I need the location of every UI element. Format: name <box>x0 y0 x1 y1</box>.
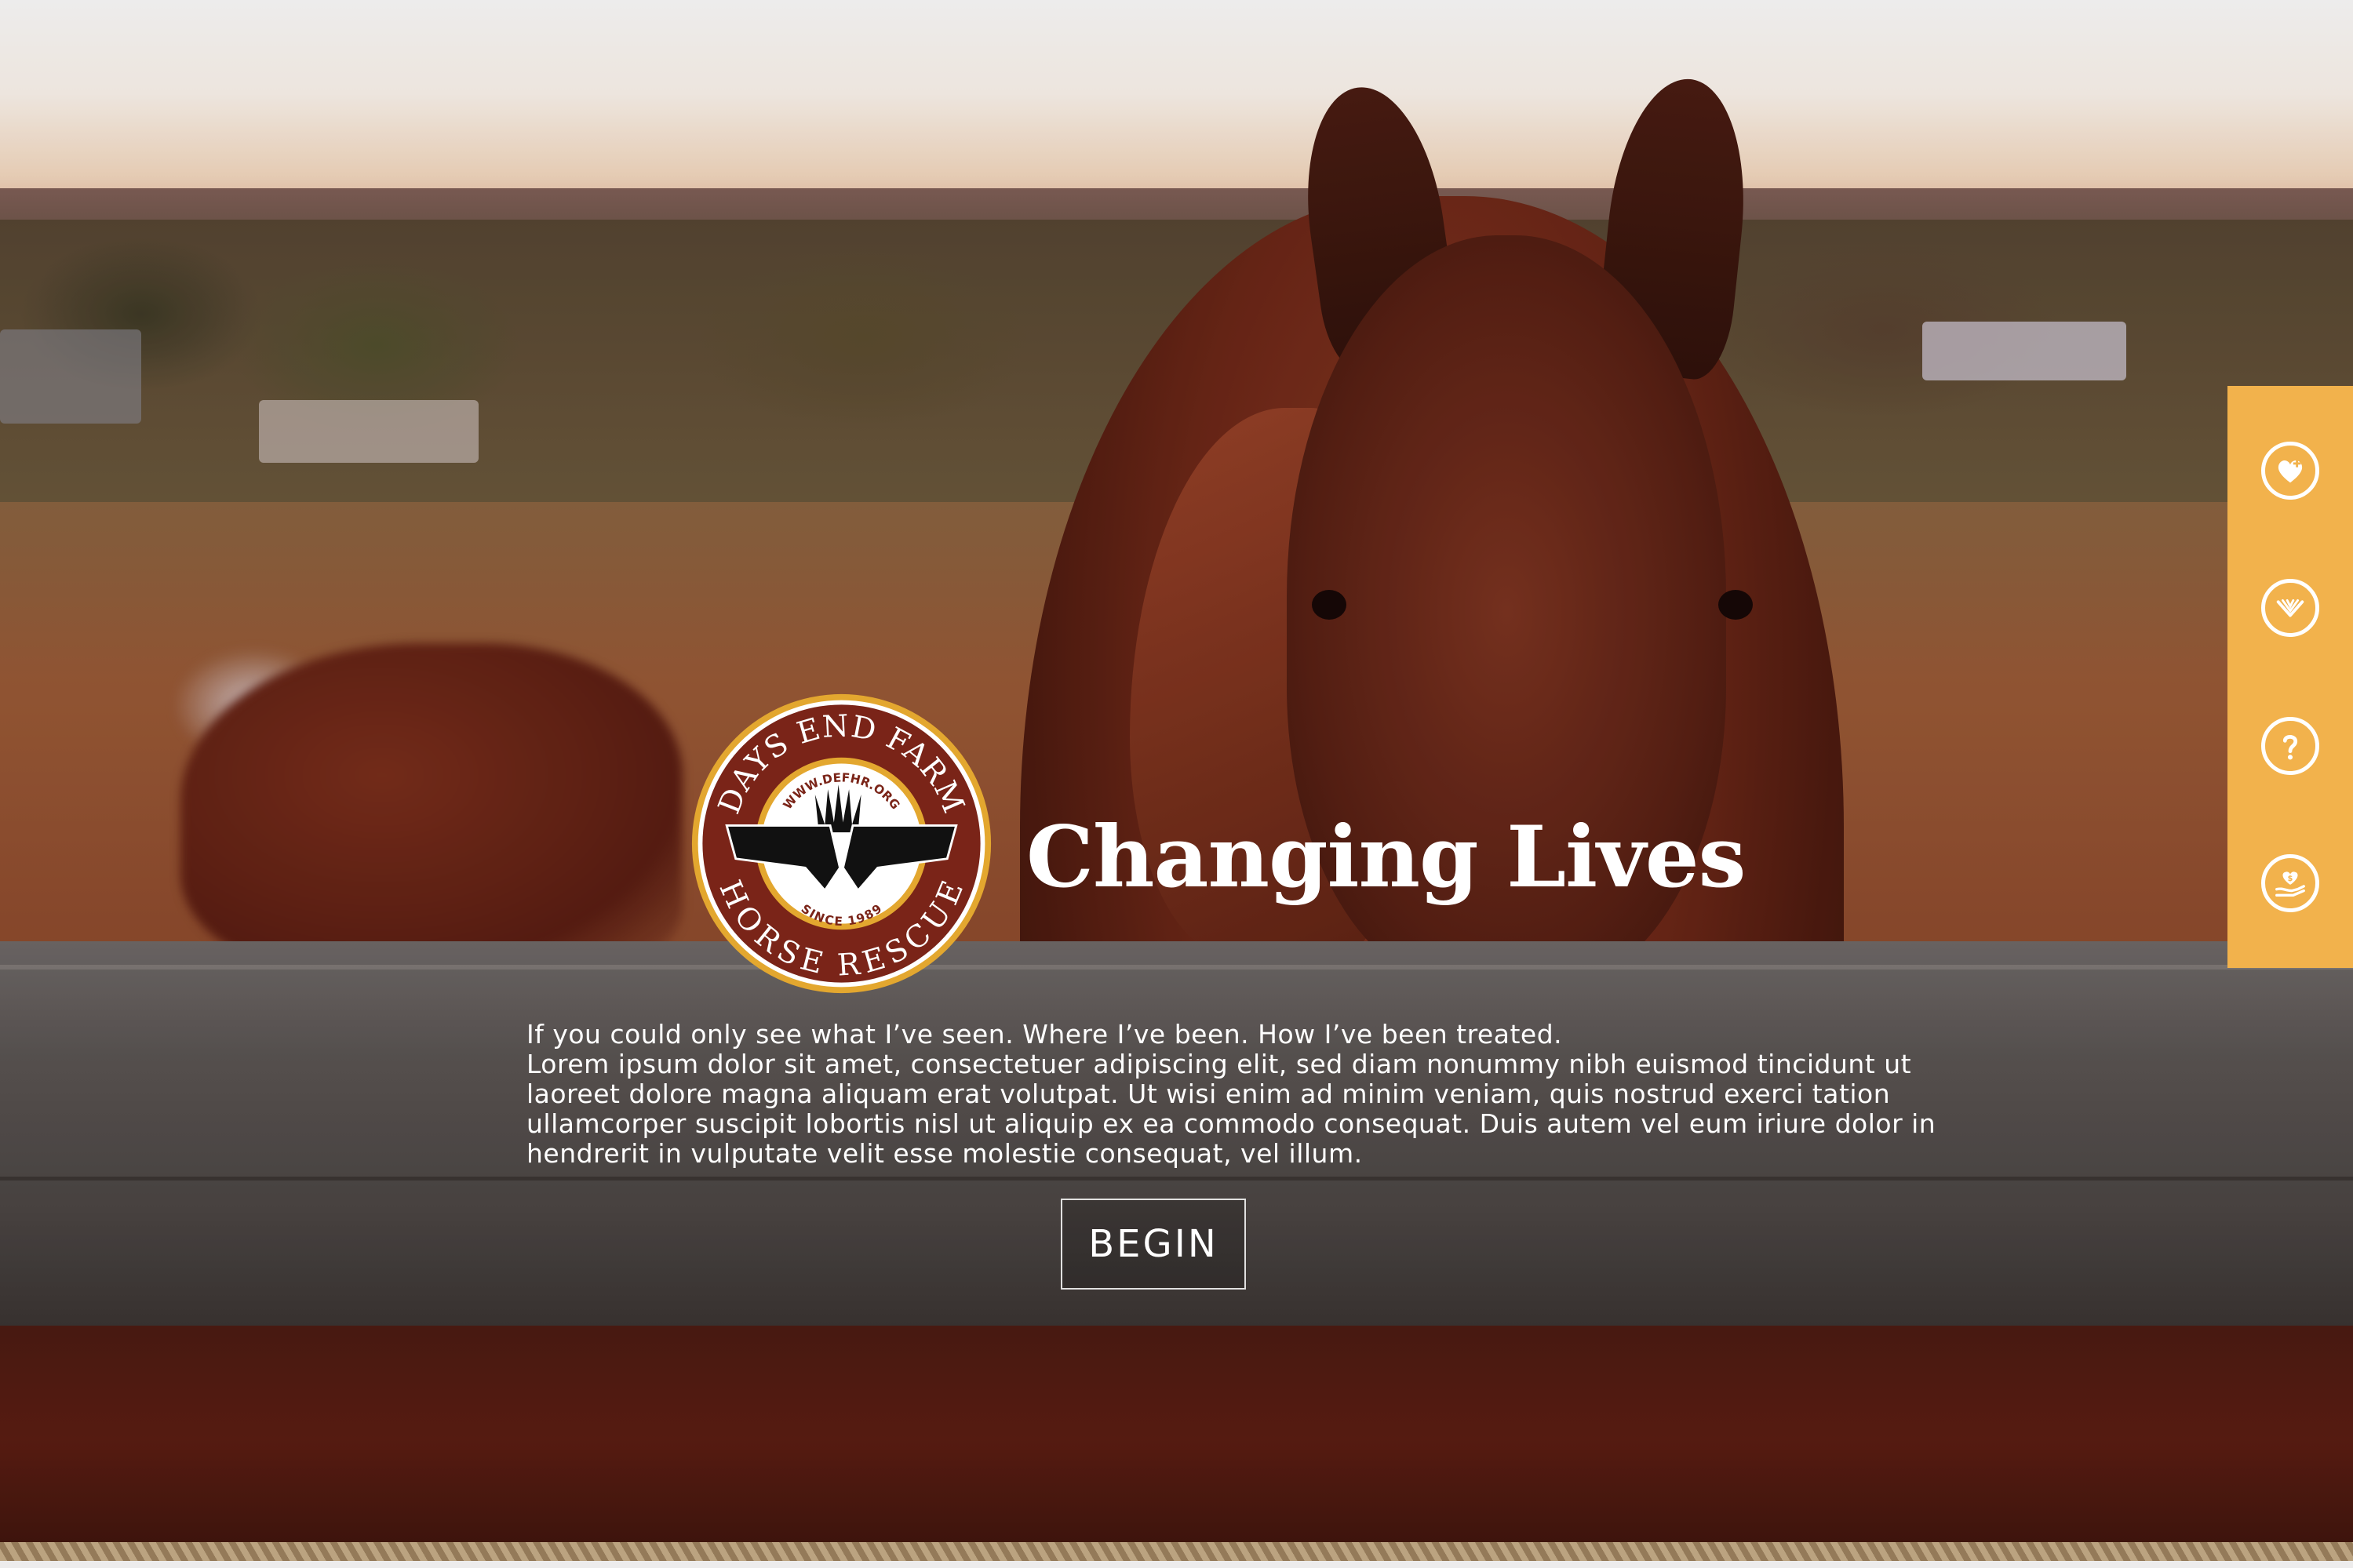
intro-body: Lorem ipsum dolor sit amet, consectetuer… <box>526 1049 1936 1169</box>
begin-button[interactable]: BEGIN <box>1061 1199 1246 1290</box>
hero-intro: If you could only see what I’ve seen. Wh… <box>526 1020 1970 1169</box>
hero-background <box>0 0 2353 1568</box>
heart-plus-icon[interactable] <box>2261 441 2319 500</box>
days-end-farm-logo: DAYS END FARM HORSE RESCUE WWW.DEFHR.ORG… <box>691 693 992 994</box>
dim-overlay <box>0 0 2353 1568</box>
svg-text:$: $ <box>2288 875 2293 883</box>
question-icon[interactable] <box>2261 716 2319 775</box>
intro-lead: If you could only see what I’ve seen. Wh… <box>526 1019 1563 1050</box>
hay-bale-icon[interactable] <box>2261 579 2319 638</box>
donate-hand-icon[interactable]: $ <box>2261 854 2319 913</box>
hero-title: Changing Lives <box>1026 808 1746 907</box>
side-toolbar: $ <box>2227 386 2353 968</box>
